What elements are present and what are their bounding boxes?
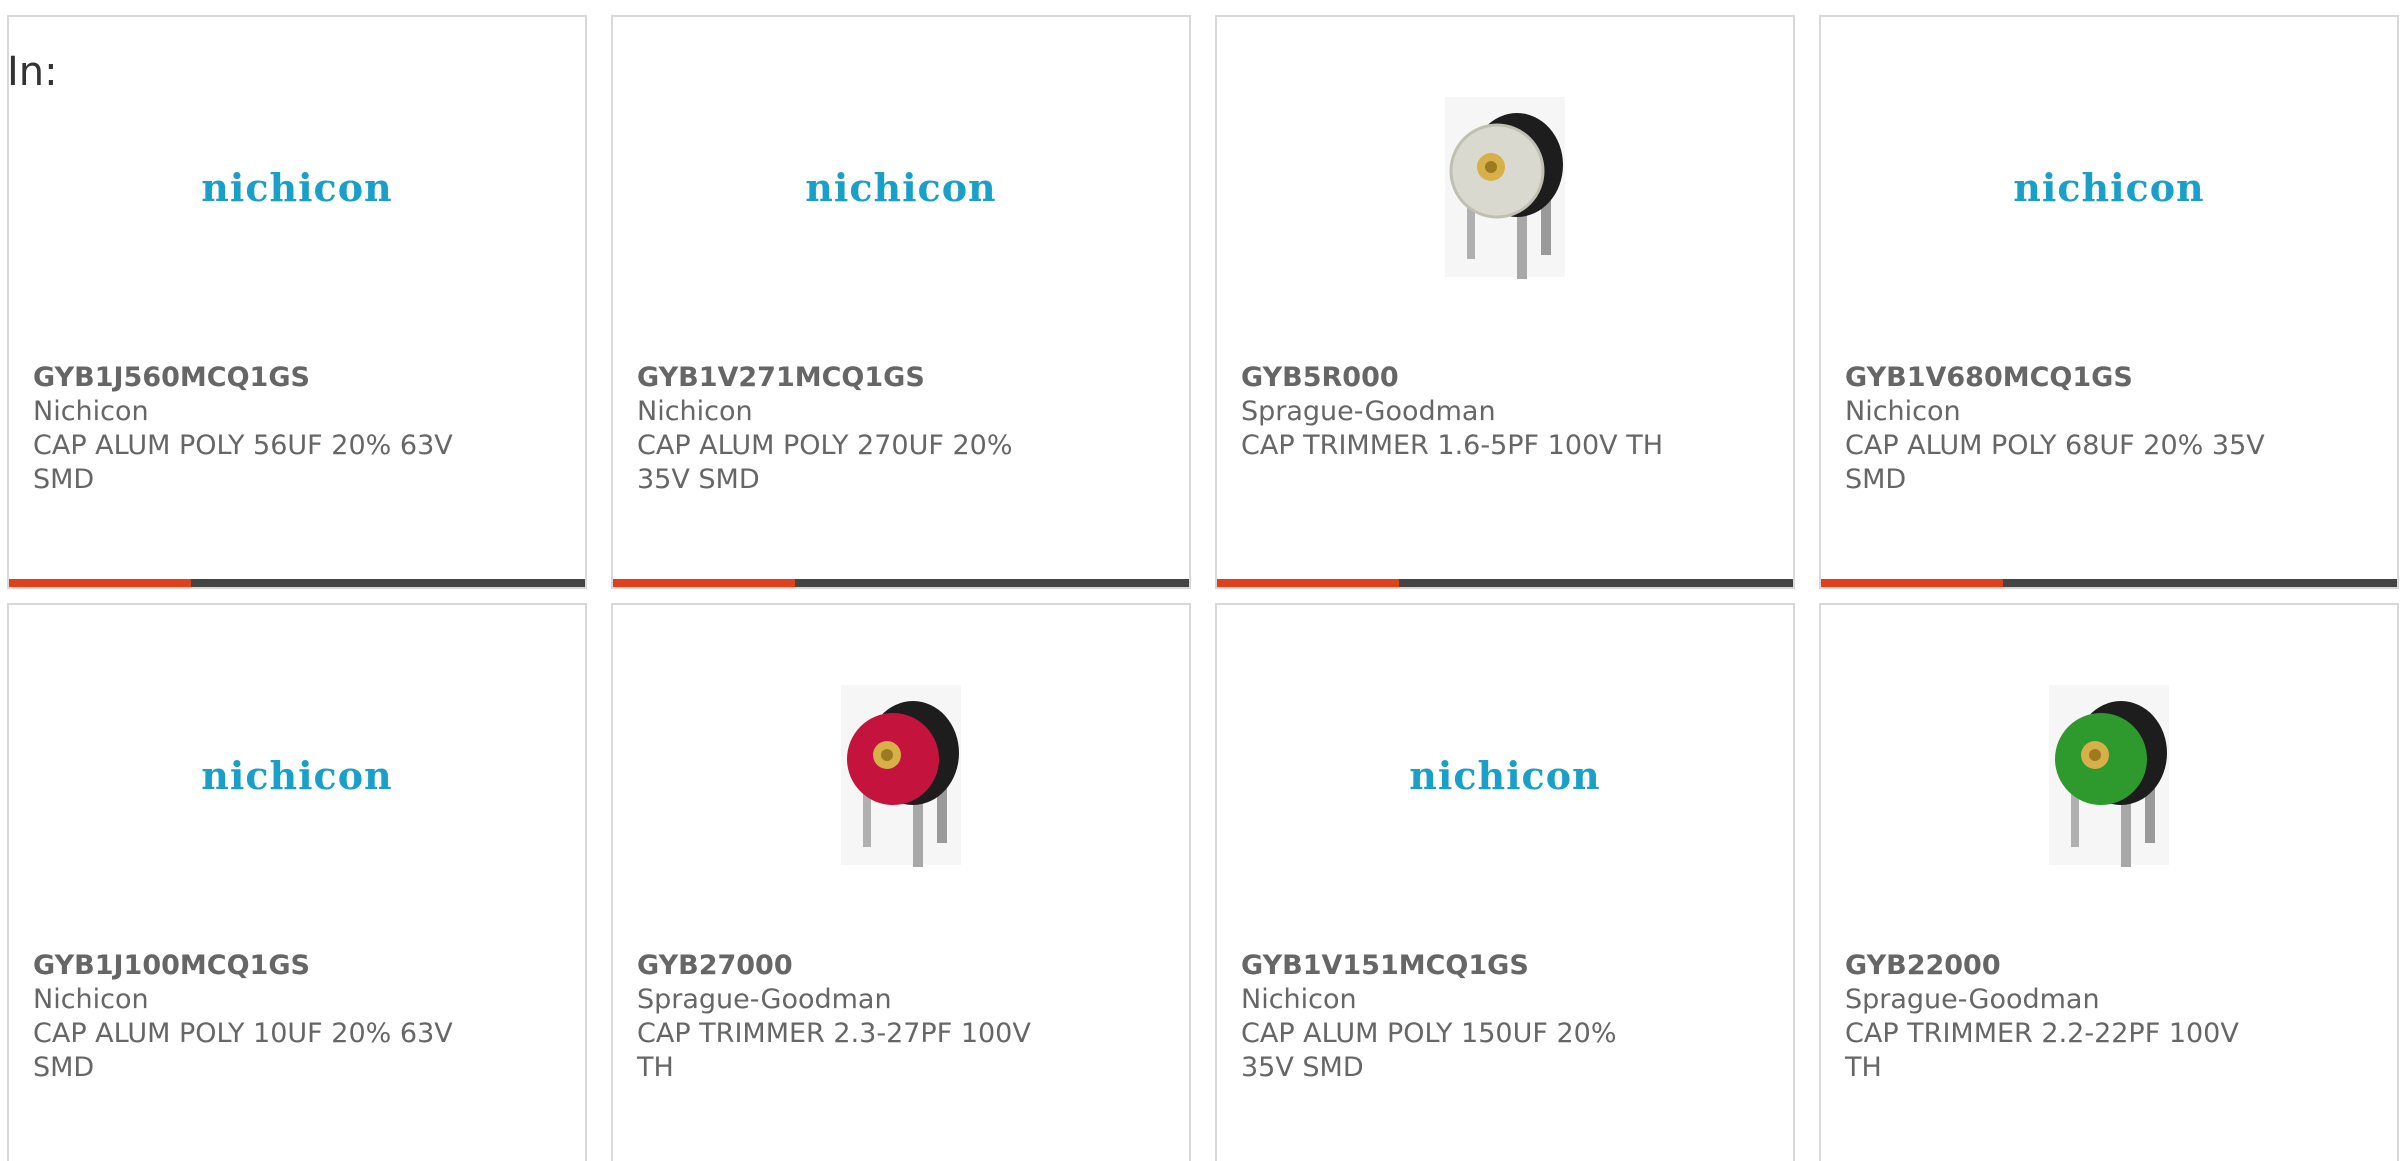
filter-label: In: xyxy=(7,49,58,95)
product-card[interactable]: nichicon GYB1V271MCQ1GS Nichicon CAP ALU… xyxy=(611,15,1191,589)
nichicon-logo: nichicon xyxy=(1409,752,1601,798)
card-accent-bar xyxy=(1217,579,1793,587)
product-card[interactable]: GYB22000 Sprague-Goodman CAP TRIMMER 2.2… xyxy=(1819,603,2399,1161)
manufacturer: Nichicon xyxy=(1241,984,1357,1015)
manufacturer: Sprague-Goodman xyxy=(1241,396,1496,427)
card-accent-bar xyxy=(613,579,1189,587)
product-image: nichicon xyxy=(613,77,1189,297)
manufacturer: Sprague-Goodman xyxy=(637,984,892,1015)
product-image xyxy=(1217,77,1793,297)
product-image: nichicon xyxy=(9,77,585,297)
manufacturer: Nichicon xyxy=(33,984,149,1015)
part-number[interactable]: GYB1J100MCQ1GS xyxy=(33,949,561,983)
part-number[interactable]: GYB1J560MCQ1GS xyxy=(33,361,561,395)
manufacturer: Nichicon xyxy=(33,396,149,427)
nichicon-logo: nichicon xyxy=(201,752,393,798)
trimmer-capacitor-clear-icon xyxy=(1445,97,1565,279)
product-card[interactable]: nichicon GYB1J560MCQ1GS Nichicon CAP ALU… xyxy=(7,15,587,589)
nichicon-logo: nichicon xyxy=(805,164,997,210)
description: CAP ALUM POLY 10UF 20% 63V SMD xyxy=(33,1018,453,1083)
product-card[interactable]: GYB5R000 Sprague-Goodman CAP TRIMMER 1.6… xyxy=(1215,15,1795,589)
product-grid-page: In: nichicon GYB1J560MCQ1GS Nichicon CAP… xyxy=(0,0,2400,1161)
manufacturer: Nichicon xyxy=(637,396,753,427)
part-number[interactable]: GYB1V680MCQ1GS xyxy=(1845,361,2373,395)
nichicon-logo: nichicon xyxy=(2013,164,2205,210)
description: CAP TRIMMER 1.6-5PF 100V TH xyxy=(1241,430,1664,461)
description: CAP ALUM POLY 56UF 20% 63V SMD xyxy=(33,430,453,495)
trimmer-capacitor-red-icon xyxy=(841,685,961,867)
manufacturer: Nichicon xyxy=(1845,396,1961,427)
card-accent-bar xyxy=(1821,579,2397,587)
description: CAP TRIMMER 2.3-27PF 100V TH xyxy=(637,1018,1031,1083)
part-number[interactable]: GYB1V271MCQ1GS xyxy=(637,361,1165,395)
part-number[interactable]: GYB27000 xyxy=(637,949,1165,983)
product-image: nichicon xyxy=(9,665,585,885)
product-card[interactable]: nichicon GYB1V680MCQ1GS Nichicon CAP ALU… xyxy=(1819,15,2399,589)
part-number[interactable]: GYB22000 xyxy=(1845,949,2373,983)
product-image: nichicon xyxy=(1821,77,2397,297)
nichicon-logo: nichicon xyxy=(201,164,393,210)
card-accent-bar xyxy=(9,579,585,587)
product-image xyxy=(1821,665,2397,885)
product-image xyxy=(613,665,1189,885)
product-grid: nichicon GYB1J560MCQ1GS Nichicon CAP ALU… xyxy=(7,15,2399,1161)
part-number[interactable]: GYB1V151MCQ1GS xyxy=(1241,949,1769,983)
manufacturer: Sprague-Goodman xyxy=(1845,984,2100,1015)
description: CAP ALUM POLY 68UF 20% 35V SMD xyxy=(1845,430,2265,495)
description: CAP ALUM POLY 150UF 20% 35V SMD xyxy=(1241,1018,1617,1083)
product-image: nichicon xyxy=(1217,665,1793,885)
description: CAP TRIMMER 2.2-22PF 100V TH xyxy=(1845,1018,2239,1083)
part-number[interactable]: GYB5R000 xyxy=(1241,361,1769,395)
product-card[interactable]: nichicon GYB1J100MCQ1GS Nichicon CAP ALU… xyxy=(7,603,587,1161)
product-card[interactable]: GYB27000 Sprague-Goodman CAP TRIMMER 2.3… xyxy=(611,603,1191,1161)
product-card[interactable]: nichicon GYB1V151MCQ1GS Nichicon CAP ALU… xyxy=(1215,603,1795,1161)
trimmer-capacitor-green-icon xyxy=(2049,685,2169,867)
description: CAP ALUM POLY 270UF 20% 35V SMD xyxy=(637,430,1013,495)
